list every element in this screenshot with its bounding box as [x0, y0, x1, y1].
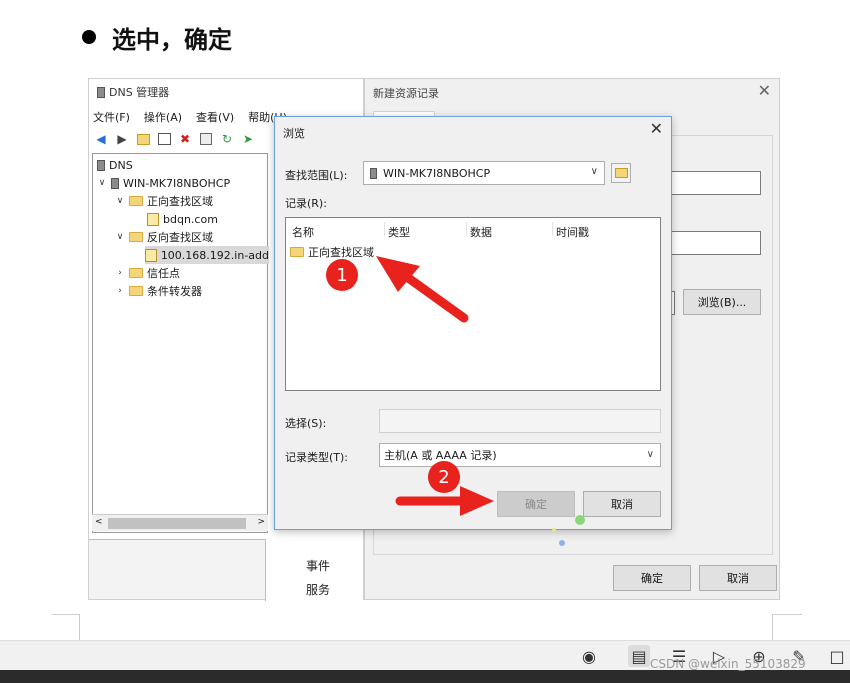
page-edge: [772, 614, 802, 640]
decorative-dot: [559, 540, 565, 546]
screenshot-root: 选中，确定 DNS 管理器 文件(F) 操作(A) 查看(V) 帮助(H) ◀ …: [0, 0, 850, 683]
eye-icon[interactable]: ◉: [578, 645, 600, 667]
decorative-dot: [552, 528, 556, 532]
step-badge-1: 1: [326, 259, 358, 291]
step-badge-2: 2: [428, 461, 460, 493]
annotation-layer: [376, 256, 585, 546]
document-icon[interactable]: ▤: [628, 645, 650, 667]
page-edge: [52, 614, 80, 640]
screenshot-icon[interactable]: □: [826, 645, 848, 667]
decorative-dot: [575, 515, 585, 525]
dark-strip: [0, 670, 850, 683]
watermark: CSDN @weixin_55103829: [650, 657, 806, 671]
annotation-arrow-1: [376, 256, 469, 323]
